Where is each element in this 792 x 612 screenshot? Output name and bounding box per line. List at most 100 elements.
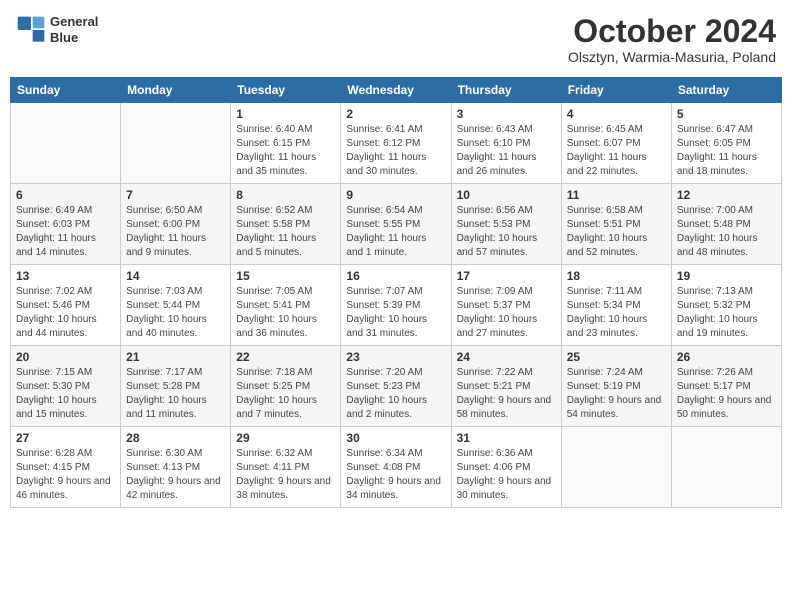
day-info: Sunrise: 6:28 AM Sunset: 4:15 PM Dayligh… <box>16 447 115 503</box>
day-info: Sunrise: 7:09 AM Sunset: 5:37 PM Dayligh… <box>457 285 556 341</box>
day-number: 25 <box>567 350 666 364</box>
calendar-cell: 19Sunrise: 7:13 AM Sunset: 5:32 PM Dayli… <box>671 265 781 346</box>
day-info: Sunrise: 7:20 AM Sunset: 5:23 PM Dayligh… <box>346 366 445 422</box>
calendar-cell: 17Sunrise: 7:09 AM Sunset: 5:37 PM Dayli… <box>451 265 561 346</box>
day-number: 27 <box>16 431 115 445</box>
day-info: Sunrise: 7:24 AM Sunset: 5:19 PM Dayligh… <box>567 366 666 422</box>
day-number: 10 <box>457 188 556 202</box>
calendar-cell: 1 Sunrise: 6:40 AM Sunset: 6:15 PM Daylig… <box>231 103 341 184</box>
day-number: 8 <box>236 188 335 202</box>
day-info: Sunrise: 6:52 AM Sunset: 5:58 PM Dayligh… <box>236 204 335 260</box>
day-number: 2 <box>346 107 445 121</box>
calendar-cell: 26Sunrise: 7:26 AM Sunset: 5:17 PM Dayli… <box>671 346 781 427</box>
calendar-cell: 3 Sunrise: 6:43 AM Sunset: 6:10 PM Daylig… <box>451 103 561 184</box>
day-number: 19 <box>677 269 776 283</box>
day-number: 14 <box>126 269 225 283</box>
calendar-cell: 5Sunrise: 6:47 AM Sunset: 6:05 PM Daylig… <box>671 103 781 184</box>
day-info: Sunrise: 7:00 AM Sunset: 5:48 PM Dayligh… <box>677 204 776 260</box>
weekday-header-saturday: Saturday <box>671 78 781 103</box>
day-info: Sunrise: 6:50 AM Sunset: 6:00 PM Dayligh… <box>126 204 225 260</box>
day-info: Sunrise: 6:49 AM Sunset: 6:03 PM Dayligh… <box>16 204 115 260</box>
calendar-cell: 13 Sunrise: 7:02 AM Sunset: 5:46 PM Dayli… <box>11 265 121 346</box>
day-info: Sunrise: 7:02 AM Sunset: 5:46 PM Dayligh… <box>16 285 115 341</box>
logo-text: General Blue <box>50 14 98 45</box>
calendar-week-2: 13 Sunrise: 7:02 AM Sunset: 5:46 PM Dayli… <box>11 265 782 346</box>
day-info: Sunrise: 7:17 AM Sunset: 5:28 PM Dayligh… <box>126 366 225 422</box>
calendar-title: October 2024 <box>568 14 776 49</box>
weekday-header-sunday: Sunday <box>11 78 121 103</box>
calendar-cell: 20 Sunrise: 7:15 AM Sunset: 5:30 PM Dayli… <box>11 346 121 427</box>
calendar-cell: 27 Sunrise: 6:28 AM Sunset: 4:15 PM Dayli… <box>11 427 121 508</box>
calendar-cell: 15 Sunrise: 7:05 AM Sunset: 5:41 PM Dayli… <box>231 265 341 346</box>
day-number: 6 <box>16 188 115 202</box>
page-header: General Blue October 2024 Olsztyn, Warmi… <box>10 10 782 69</box>
day-info: Sunrise: 6:56 AM Sunset: 5:53 PM Dayligh… <box>457 204 556 260</box>
logo-line2: Blue <box>50 30 98 46</box>
day-info: Sunrise: 6:32 AM Sunset: 4:11 PM Dayligh… <box>236 447 335 503</box>
day-info: Sunrise: 6:47 AM Sunset: 6:05 PM Dayligh… <box>677 123 776 179</box>
weekday-header-row: SundayMondayTuesdayWednesdayThursdayFrid… <box>11 78 782 103</box>
day-number: 26 <box>677 350 776 364</box>
day-number: 13 <box>16 269 115 283</box>
day-info: Sunrise: 6:34 AM Sunset: 4:08 PM Dayligh… <box>346 447 445 503</box>
calendar-week-1: 6 Sunrise: 6:49 AM Sunset: 6:03 PM Daylig… <box>11 184 782 265</box>
day-info: Sunrise: 7:15 AM Sunset: 5:30 PM Dayligh… <box>16 366 115 422</box>
day-info: Sunrise: 7:05 AM Sunset: 5:41 PM Dayligh… <box>236 285 335 341</box>
day-number: 23 <box>346 350 445 364</box>
day-info: Sunrise: 6:54 AM Sunset: 5:55 PM Dayligh… <box>346 204 445 260</box>
day-number: 31 <box>457 431 556 445</box>
calendar-week-4: 27 Sunrise: 6:28 AM Sunset: 4:15 PM Dayli… <box>11 427 782 508</box>
day-number: 1 <box>236 107 335 121</box>
calendar-week-3: 20 Sunrise: 7:15 AM Sunset: 5:30 PM Dayli… <box>11 346 782 427</box>
day-info: Sunrise: 7:18 AM Sunset: 5:25 PM Dayligh… <box>236 366 335 422</box>
day-info: Sunrise: 6:41 AM Sunset: 6:12 PM Dayligh… <box>346 123 445 179</box>
day-number: 24 <box>457 350 556 364</box>
logo: General Blue <box>16 14 98 45</box>
calendar-cell: 16 Sunrise: 7:07 AM Sunset: 5:39 PM Dayli… <box>341 265 451 346</box>
calendar-cell: 7 Sunrise: 6:50 AM Sunset: 6:00 PM Daylig… <box>121 184 231 265</box>
day-info: Sunrise: 6:43 AM Sunset: 6:10 PM Dayligh… <box>457 123 556 179</box>
day-number: 3 <box>457 107 556 121</box>
day-number: 20 <box>16 350 115 364</box>
calendar-week-0: 1 Sunrise: 6:40 AM Sunset: 6:15 PM Daylig… <box>11 103 782 184</box>
weekday-header-thursday: Thursday <box>451 78 561 103</box>
day-info: Sunrise: 6:30 AM Sunset: 4:13 PM Dayligh… <box>126 447 225 503</box>
day-number: 18 <box>567 269 666 283</box>
logo-line1: General <box>50 14 98 30</box>
calendar-cell: 12Sunrise: 7:00 AM Sunset: 5:48 PM Dayli… <box>671 184 781 265</box>
calendar-cell: 25 Sunrise: 7:24 AM Sunset: 5:19 PM Dayli… <box>561 346 671 427</box>
title-block: October 2024 Olsztyn, Warmia-Masuria, Po… <box>568 14 776 65</box>
calendar-cell: 31 Sunrise: 6:36 AM Sunset: 4:06 PM Dayli… <box>451 427 561 508</box>
day-info: Sunrise: 7:03 AM Sunset: 5:44 PM Dayligh… <box>126 285 225 341</box>
weekday-header-monday: Monday <box>121 78 231 103</box>
day-info: Sunrise: 7:07 AM Sunset: 5:39 PM Dayligh… <box>346 285 445 341</box>
day-info: Sunrise: 6:36 AM Sunset: 4:06 PM Dayligh… <box>457 447 556 503</box>
calendar-cell: 21 Sunrise: 7:17 AM Sunset: 5:28 PM Dayli… <box>121 346 231 427</box>
day-number: 21 <box>126 350 225 364</box>
day-number: 30 <box>346 431 445 445</box>
day-number: 15 <box>236 269 335 283</box>
day-info: Sunrise: 7:11 AM Sunset: 5:34 PM Dayligh… <box>567 285 666 341</box>
calendar-cell: 10 Sunrise: 6:56 AM Sunset: 5:53 PM Dayli… <box>451 184 561 265</box>
calendar-cell <box>561 427 671 508</box>
calendar-cell <box>671 427 781 508</box>
day-info: Sunrise: 6:40 AM Sunset: 6:15 PM Dayligh… <box>236 123 335 179</box>
day-number: 7 <box>126 188 225 202</box>
day-info: Sunrise: 6:58 AM Sunset: 5:51 PM Dayligh… <box>567 204 666 260</box>
calendar-cell: 18 Sunrise: 7:11 AM Sunset: 5:34 PM Dayli… <box>561 265 671 346</box>
calendar-cell: 22Sunrise: 7:18 AM Sunset: 5:25 PM Dayli… <box>231 346 341 427</box>
calendar-body: 1 Sunrise: 6:40 AM Sunset: 6:15 PM Daylig… <box>11 103 782 508</box>
calendar-subtitle: Olsztyn, Warmia-Masuria, Poland <box>568 49 776 65</box>
weekday-header-tuesday: Tuesday <box>231 78 341 103</box>
calendar-cell: 11 Sunrise: 6:58 AM Sunset: 5:51 PM Dayli… <box>561 184 671 265</box>
day-number: 16 <box>346 269 445 283</box>
calendar-cell: 29Sunrise: 6:32 AM Sunset: 4:11 PM Dayli… <box>231 427 341 508</box>
day-info: Sunrise: 7:22 AM Sunset: 5:21 PM Dayligh… <box>457 366 556 422</box>
calendar-cell: 28Sunrise: 6:30 AM Sunset: 4:13 PM Dayli… <box>121 427 231 508</box>
calendar-cell: 4Sunrise: 6:45 AM Sunset: 6:07 PM Daylig… <box>561 103 671 184</box>
calendar-table: SundayMondayTuesdayWednesdayThursdayFrid… <box>10 77 782 508</box>
day-number: 9 <box>346 188 445 202</box>
logo-icon <box>16 15 46 45</box>
day-info: Sunrise: 6:45 AM Sunset: 6:07 PM Dayligh… <box>567 123 666 179</box>
day-number: 11 <box>567 188 666 202</box>
